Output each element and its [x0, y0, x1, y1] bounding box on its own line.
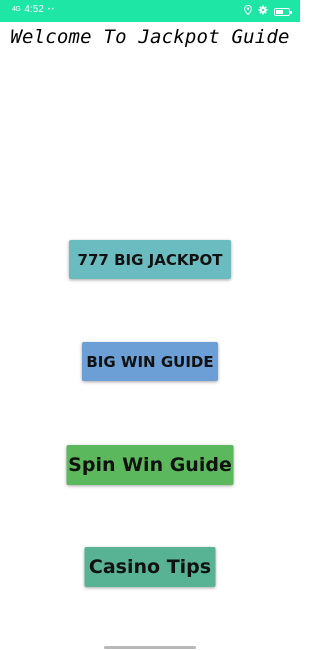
- location-pin-icon: [244, 4, 252, 18]
- big-win-guide-button[interactable]: BIG WIN GUIDE: [82, 342, 218, 381]
- signal-icon: 4G: [12, 6, 21, 13]
- home-indicator[interactable]: [104, 646, 196, 649]
- status-bar-left: 4G 4:52 • •: [12, 4, 54, 16]
- battery-icon: [274, 7, 292, 16]
- casino-tips-button[interactable]: Casino Tips: [84, 547, 216, 587]
- battery-level: [276, 9, 284, 14]
- status-time: 4:52: [24, 4, 44, 15]
- status-bar-right: [244, 4, 292, 18]
- page-title: Welcome To Jackpot Guide: [10, 26, 290, 48]
- spin-win-guide-button[interactable]: Spin Win Guide: [66, 445, 234, 485]
- big-jackpot-button[interactable]: 777 BIG JACKPOT: [69, 240, 231, 279]
- status-bar: 4G 4:52 • •: [0, 0, 300, 22]
- notification-dots: • •: [47, 7, 54, 13]
- gear-icon: [258, 5, 268, 18]
